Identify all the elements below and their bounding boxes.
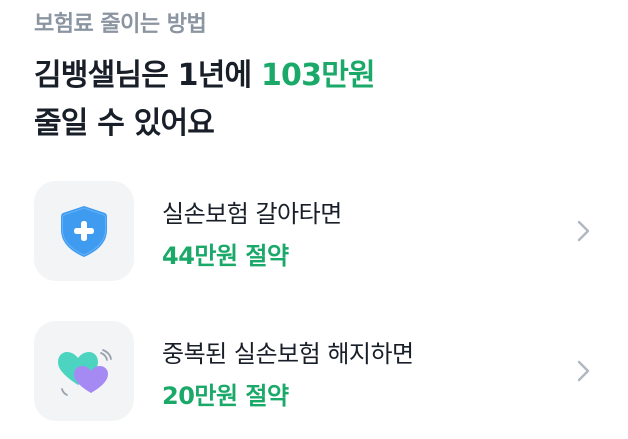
chevron-right-icon [577, 220, 590, 242]
hearts-icon [58, 349, 112, 396]
item-saving: 20만원 절약 [162, 382, 289, 410]
item-title: 실손보험 갈아타면 [162, 200, 342, 228]
headline-prefix: 김뱅샐님은 1년에 [34, 58, 261, 93]
item-title: 중복된 실손보험 해지하면 [162, 340, 414, 368]
headline-amount: 103만원 [260, 58, 376, 93]
list-item-switch-insurance[interactable]: 실손보험 갈아타면 44만원 절약 [0, 176, 628, 286]
list-item-cancel-duplicate-insurance[interactable]: 중복된 실손보험 해지하면 20만원 절약 [0, 316, 628, 426]
chevron-right-icon [577, 360, 590, 382]
headline-line-1: 김뱅샐님은 1년에 103만원 [34, 52, 376, 100]
icon-container [34, 181, 134, 281]
headline-line-2: 줄일 수 있어요 [34, 106, 215, 141]
section-label: 보험료 줄이는 방법 [34, 12, 207, 37]
item-saving: 44만원 절약 [162, 242, 289, 270]
icon-container [34, 321, 134, 421]
savings-headline: 김뱅샐님은 1년에 103만원 줄일 수 있어요 [34, 52, 376, 148]
shield-plus-icon [61, 206, 107, 257]
